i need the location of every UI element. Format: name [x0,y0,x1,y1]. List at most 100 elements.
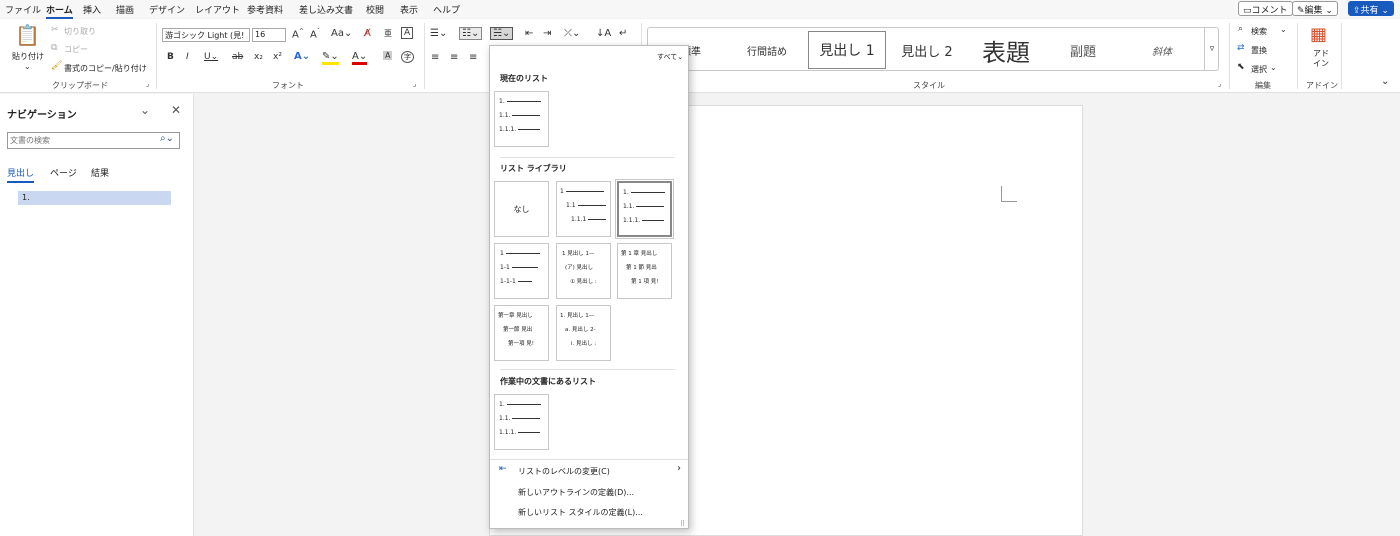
superscript-icon[interactable]: x² [273,52,282,62]
menu-references[interactable]: 参考資料 [247,3,283,16]
bold-icon[interactable]: B [167,52,174,62]
close-icon[interactable]: ✕ [171,103,181,117]
styles-more-button[interactable]: ▿ [1204,28,1219,70]
share-button[interactable]: ⇪共有 ⌄ [1348,1,1394,16]
strikethrough-icon[interactable]: ab [232,52,243,62]
add-ins-icon[interactable]: ▦ [1310,24,1327,45]
style-subtitle[interactable]: 副題 [1046,31,1120,69]
menu-mailings[interactable]: 差し込み文書 [299,3,353,16]
resize-grip-icon[interactable]: ⠿ [680,520,685,528]
menu-draw[interactable]: 描画 [116,3,134,16]
clear-formatting-icon[interactable]: A̸ [364,28,371,39]
subscript-icon[interactable]: x₂ [254,52,263,62]
menu-home[interactable]: ホーム [46,3,73,19]
chevron-down-icon[interactable]: ⌄ [1280,25,1287,34]
font-name-box[interactable]: 游ゴシック Light (見! [162,28,250,42]
menu-design[interactable]: デザイン [149,3,185,16]
list-library-item[interactable]: 第一章 見出し 第一節 見出 第一項 見! [494,305,549,361]
enclose-characters-icon[interactable]: 字 [401,51,414,63]
menu-layout[interactable]: レイアウト [195,3,240,16]
group-divider [156,23,157,89]
list-library-item[interactable]: 1 1-1 1-1-1 [494,243,549,299]
list-library-item[interactable]: 1 見出し 1— (ア) 見出し ① 見出し : [556,243,611,299]
underline-icon[interactable]: U⌄ [204,52,218,62]
sort-icon[interactable]: ↓A [596,28,611,39]
replace-button[interactable]: 置換 [1251,45,1267,56]
show-marks-icon[interactable]: ↵ [619,28,627,39]
list-library-item-selected[interactable]: 1. 1.1. 1.1.1. [615,179,674,239]
copy-button[interactable]: コピー [64,44,88,55]
grow-font-icon[interactable]: A^ [292,28,304,40]
edit-mode-button[interactable]: ✎編集 ⌄ [1292,1,1338,16]
launcher-icon[interactable]: ⌟ [146,80,149,88]
menu-insert[interactable]: 挿入 [83,3,101,16]
shrink-font-icon[interactable]: Aˇ [310,28,320,40]
group-divider [424,23,425,89]
define-new-list-style[interactable]: 新しいリスト スタイルの定義(L)... [518,507,643,518]
decrease-indent-icon[interactable]: ⇤ [525,28,533,39]
style-heading-1[interactable]: 見出し 1 [808,31,886,69]
paste-icon[interactable]: 📋 [15,23,40,47]
comment-button[interactable]: ▭コメント [1238,1,1293,16]
chevron-down-icon[interactable]: ⌄ [24,62,31,71]
multilevel-list-icon[interactable]: ☵⌄ [490,27,514,40]
list-library-none[interactable]: なし [494,181,549,237]
align-right-icon[interactable]: ≡ [469,52,477,63]
list-library-item[interactable]: 1. 見出し 1— a. 見出し 2- i. 見出し : [556,305,611,361]
styles-gallery: 標準 行間詰め 見出し 1 見出し 2 表題 副題 斜体 ▿ [647,27,1219,71]
phonetic-guide-icon[interactable]: 亜 [384,28,392,39]
change-case-icon[interactable]: Aa⌄ [331,28,352,39]
menu-help[interactable]: ヘルプ [433,3,460,16]
define-new-multilevel-list[interactable]: 新しいアウトラインの定義(D)... [518,487,634,498]
style-title[interactable]: 表題 [966,31,1046,69]
numbering-icon[interactable]: ☷⌄ [459,27,483,40]
align-left-icon[interactable]: ≡ [431,52,439,63]
format-painter-button[interactable]: 書式のコピー/貼り付け [64,63,147,74]
italic-icon[interactable]: I [186,52,189,62]
character-border-icon[interactable]: A [401,27,414,39]
tab-results[interactable]: 結果 [91,166,109,179]
tab-pages[interactable]: ページ [50,166,77,179]
launcher-icon[interactable]: ⌟ [413,80,416,88]
nav-heading-item[interactable]: 1. [18,191,171,205]
chevron-down-icon[interactable]: ⌄ [1270,63,1277,72]
bullets-icon[interactable]: ☰⌄ [430,28,447,39]
chevron-down-icon: ⌄ [1378,6,1389,16]
find-button[interactable]: 検索 [1251,26,1267,37]
launcher-icon[interactable]: ⌟ [1218,80,1221,88]
change-list-level-menu[interactable]: リストのレベルの変更(C) [518,466,610,477]
font-color-icon[interactable]: A⌄ [352,51,368,65]
style-heading-2[interactable]: 見出し 2 [888,31,966,69]
style-emphasis[interactable]: 斜体 [1122,31,1202,69]
chevron-down-icon: ⌄ [1322,6,1333,16]
menu-view[interactable]: 表示 [400,3,418,16]
text-direction-icon[interactable]: ⤫⌄ [564,28,580,39]
chevron-down-icon[interactable]: ⌄ [140,103,150,117]
paste-button[interactable]: 貼り付け [12,51,44,62]
character-shading-icon[interactable]: A [383,51,393,60]
current-list-thumbnail[interactable]: 1. 1.1. 1.1.1. [494,91,549,147]
document-list-thumbnail[interactable]: 1. 1.1. 1.1.1. [494,394,549,450]
highlight-icon[interactable]: ✎⌄ [322,51,339,65]
font-size-box[interactable]: 16 [252,28,286,42]
text-effects-icon[interactable]: A⌄ [294,51,310,62]
style-no-spacing[interactable]: 行間詰め [728,31,806,69]
menu-file[interactable]: ファイル [5,3,41,16]
menu-review[interactable]: 校閲 [366,3,384,16]
collapse-ribbon-icon[interactable]: ⌄ [1381,76,1389,87]
search-icon[interactable]: ⌕⌄ [160,133,174,144]
filter-dropdown[interactable]: すべて⌄ [657,52,683,62]
list-library-item[interactable]: 1 1.1 1.1.1 [556,181,611,237]
margin-corner-mark [1001,186,1017,202]
nav-search-input[interactable] [10,134,155,147]
increase-indent-icon[interactable]: ⇥ [543,28,551,39]
align-center-icon[interactable]: ≡ [450,52,458,63]
select-button[interactable]: 選択 [1251,64,1267,75]
add-ins-button[interactable]: アド イン [1313,49,1329,69]
editing-group-label: 編集 [1255,81,1271,90]
cut-button[interactable]: 切り取り [64,26,96,37]
nav-search-box[interactable]: ⌕⌄ [7,132,180,149]
ribbon: 📋 貼り付け ⌄ ✂ 切り取り ⧉ コピー 🖌 書式のコピー/貼り付け クリップ… [0,19,1400,93]
tab-headings[interactable]: 見出し [7,166,35,183]
list-library-item[interactable]: 第 1 章 見出し 第 1 節 見出 第 1 項 見! [617,243,672,299]
